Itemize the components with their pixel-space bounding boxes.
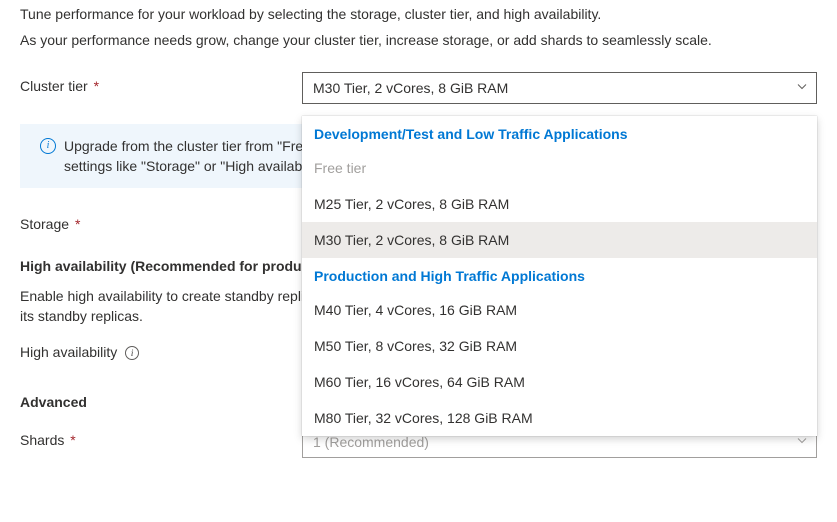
storage-label: Storage [20, 216, 69, 232]
required-mark: * [75, 216, 80, 232]
tier-option-m80[interactable]: M80 Tier, 32 vCores, 128 GiB RAM [302, 400, 817, 436]
required-mark: * [70, 432, 75, 448]
tier-option-m40[interactable]: M40 Tier, 4 vCores, 16 GiB RAM [302, 292, 817, 328]
chevron-down-icon [796, 81, 808, 96]
cluster-tier-select-value: M30 Tier, 2 vCores, 8 GiB RAM [313, 80, 508, 96]
chevron-down-icon [796, 435, 808, 450]
cluster-tier-select[interactable]: M30 Tier, 2 vCores, 8 GiB RAM [302, 72, 817, 104]
required-mark: * [94, 78, 99, 94]
shards-label: Shards [20, 432, 64, 448]
info-icon: i [40, 138, 56, 154]
dropdown-group-dev: Development/Test and Low Traffic Applica… [302, 116, 817, 150]
tier-option-m60[interactable]: M60 Tier, 16 vCores, 64 GiB RAM [302, 364, 817, 400]
cluster-tier-dropdown[interactable]: Development/Test and Low Traffic Applica… [302, 116, 817, 436]
intro-line-1: Tune performance for your workload by se… [20, 4, 817, 24]
shards-select-value: 1 (Recommended) [313, 434, 429, 450]
tier-option-m50[interactable]: M50 Tier, 8 vCores, 32 GiB RAM [302, 328, 817, 364]
info-icon[interactable]: i [125, 346, 139, 360]
high-availability-label: High availability [20, 344, 117, 360]
intro-line-2: As your performance needs grow, change y… [20, 30, 817, 50]
tier-option-m25[interactable]: M25 Tier, 2 vCores, 8 GiB RAM [302, 186, 817, 222]
cluster-tier-label: Cluster tier [20, 78, 88, 94]
tier-option-free: Free tier [302, 150, 817, 186]
tier-option-m30[interactable]: M30 Tier, 2 vCores, 8 GiB RAM [302, 222, 817, 258]
dropdown-group-prod: Production and High Traffic Applications [302, 258, 817, 292]
